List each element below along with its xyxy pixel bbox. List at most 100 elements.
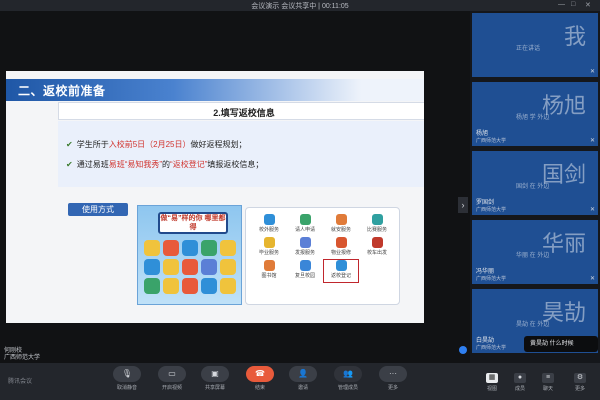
video-button[interactable]: ▭ 开启视频 xyxy=(157,366,187,391)
app-item[interactable]: 就安服务 xyxy=(324,214,358,236)
poster-app-icon xyxy=(144,240,160,256)
phone-hangup-icon: ☎ xyxy=(246,366,274,382)
poster-app-icon xyxy=(163,278,179,294)
app-icon xyxy=(335,260,347,271)
participant-tile[interactable]: 杨旭 杨旭 学 外边 杨旭 广西师范大学 ✕ xyxy=(472,82,598,146)
app-item[interactable]: 发报服务 xyxy=(288,237,322,259)
gear-icon: ⚙ xyxy=(574,373,586,383)
participant-sidebar: 我正在讲话 ✕ 杨旭 杨旭 学 外边 杨旭 广西师范大学 ✕ 国剑 国剑 在 外边 罗国剑 广西师范… xyxy=(470,11,600,363)
app-icon xyxy=(263,237,275,248)
app-icon xyxy=(263,260,275,271)
user-icon: ● xyxy=(514,373,526,383)
settings-button[interactable]: ⚙ 更多 xyxy=(571,373,589,392)
mic-muted-icon: ✕ xyxy=(589,138,595,144)
app-item[interactable]: 毕业服务 xyxy=(252,237,286,259)
app-icon xyxy=(263,214,275,225)
maximize-button[interactable]: □ xyxy=(571,1,575,8)
check-icon: ✔ xyxy=(66,160,73,169)
more-button[interactable]: ··· 更多 xyxy=(378,366,408,391)
app-grid: 校外服务 请人申请 就安服务 比赛服务毕业服务 发报服务 物业报修 校车出发图书馆 复旦校园 返… xyxy=(252,214,394,283)
app-icon xyxy=(371,214,383,225)
app-logo: 腾讯会议 xyxy=(8,379,33,385)
poster-app-icon xyxy=(163,259,179,275)
app-label: 返校登记 xyxy=(330,273,351,279)
bullet-1: ✔ 学生所于入校前5日（2月25日）做好返程规划； xyxy=(66,140,247,149)
app-label: 物业报修 xyxy=(330,250,351,256)
participant-name: 杨旭 xyxy=(476,131,489,137)
speaking-indicator-icon xyxy=(459,346,467,354)
presentation-slide: 二、返校前准备 2.填写返校信息 ✔ 学生所于入校前5日（2月25日）做好返程规划… xyxy=(6,71,424,323)
app-icon xyxy=(371,237,383,248)
poster-app-icon xyxy=(201,240,217,256)
mute-button[interactable]: 🎙 取消静音 xyxy=(112,366,142,391)
invite-button[interactable]: 👤 邀请 xyxy=(288,366,318,391)
poster-app-icon xyxy=(220,240,236,256)
view-button[interactable]: ▦ 视图 xyxy=(483,373,501,392)
app-label: 毕业服务 xyxy=(258,250,279,256)
app-icon xyxy=(299,260,311,271)
share-screen-button[interactable]: ▣ 共享屏幕 xyxy=(200,366,230,391)
usage-label: 使用方式 xyxy=(68,203,128,216)
screen-share-icon: ▣ xyxy=(201,366,229,382)
app-item[interactable]: 比赛服务 xyxy=(360,214,394,236)
presenter-org: 广西师范大学 xyxy=(4,355,41,361)
close-button[interactable]: ✕ xyxy=(585,1,591,9)
app-item[interactable]: 校车出发 xyxy=(360,237,394,259)
minimize-button[interactable]: — xyxy=(558,1,565,8)
camera-icon: ▭ xyxy=(158,366,186,382)
poster-app-icon xyxy=(220,259,236,275)
slide-content xyxy=(58,121,424,187)
participant-org: 广西师范大学 xyxy=(476,138,507,144)
chat-icon: ≡ xyxy=(542,373,554,383)
app-label: 复旦校园 xyxy=(294,273,315,279)
app-item[interactable]: 图书馆 xyxy=(252,260,286,282)
participant-name: 罗国剑 xyxy=(476,200,495,206)
participant-org: 广西师范大学 xyxy=(476,276,507,282)
participant-caption: 正在讲话 xyxy=(516,46,541,52)
chevron-right-icon[interactable]: › xyxy=(458,197,468,213)
members-button[interactable]: ● 成员 xyxy=(511,373,529,392)
end-call-button[interactable]: ☎ 结束 xyxy=(245,366,275,391)
participant-tile[interactable]: 华丽 华丽 在 外边 冯华丽 广西师范大学 ✕ xyxy=(472,220,598,284)
app-label: 就安服务 xyxy=(330,227,351,233)
chat-button[interactable]: ≡ 聊天 xyxy=(539,373,557,392)
participant-tile[interactable]: 我正在讲话 ✕ xyxy=(472,13,598,77)
manage-members-button[interactable]: 👥 管理成员 xyxy=(333,366,363,391)
app-icon xyxy=(299,237,311,248)
app-item[interactable]: 校外服务 xyxy=(252,214,286,236)
participant-name: 白昊劼 xyxy=(476,338,495,344)
promo-poster: 做“易”样的你 哪里都得 xyxy=(137,205,242,305)
poster-app-icon xyxy=(182,240,198,256)
poster-icon-grid xyxy=(144,240,238,294)
poster-app-icon xyxy=(163,240,179,256)
grid-view-icon: ▦ xyxy=(486,373,498,383)
section-title: 二、返校前准备 xyxy=(18,84,106,98)
mic-muted-icon: ✕ xyxy=(589,69,595,75)
poster-app-icon xyxy=(201,259,217,275)
participant-org: 广西师范大学 xyxy=(476,345,507,351)
return-registration-app[interactable]: 返校登记 xyxy=(323,259,359,283)
participant-caption: 国剑 在 外边 xyxy=(516,184,550,190)
app-item[interactable]: 物业报修 xyxy=(324,237,358,259)
more-icon: ··· xyxy=(379,366,407,382)
participant-org: 广西师范大学 xyxy=(476,207,507,213)
members-icon: 👥 xyxy=(334,366,362,382)
app-icon xyxy=(299,214,311,225)
participant-caption: 杨旭 学 外边 xyxy=(516,115,550,121)
app-panel: 校外服务 请人申请 就安服务 比赛服务毕业服务 发报服务 物业报修 校车出发图书馆 复旦校园 返… xyxy=(245,207,400,305)
title-bar: 会议演示 会议共享中 | 00:11:05 — □ ✕ xyxy=(0,0,600,11)
microphone-icon: 🎙 xyxy=(113,366,141,382)
app-item[interactable]: 复旦校园 xyxy=(288,260,322,282)
app-label: 比赛服务 xyxy=(366,227,387,233)
participant-caption: 华丽 在 外边 xyxy=(516,253,550,259)
poster-app-icon xyxy=(144,259,160,275)
presenter-info: 何刚校 广西师范大学 xyxy=(4,346,467,362)
app-label: 校外服务 xyxy=(258,227,279,233)
meeting-toolbar: 🎙 取消静音 ▭ 开启视频 ▣ 共享屏幕 ☎ 结束 👤 邀请 👥 管理成员 ··· 更多 xyxy=(0,363,600,400)
chat-toast[interactable]: 黄昊劼 什么时候 xyxy=(524,336,598,352)
app-item[interactable]: 请人申请 xyxy=(288,214,322,236)
participant-tile[interactable]: 国剑 国剑 在 外边 罗国剑 广西师范大学 ✕ xyxy=(472,151,598,215)
poster-app-icon xyxy=(201,278,217,294)
mic-muted-icon: ✕ xyxy=(589,276,595,282)
poster-app-icon xyxy=(220,278,236,294)
